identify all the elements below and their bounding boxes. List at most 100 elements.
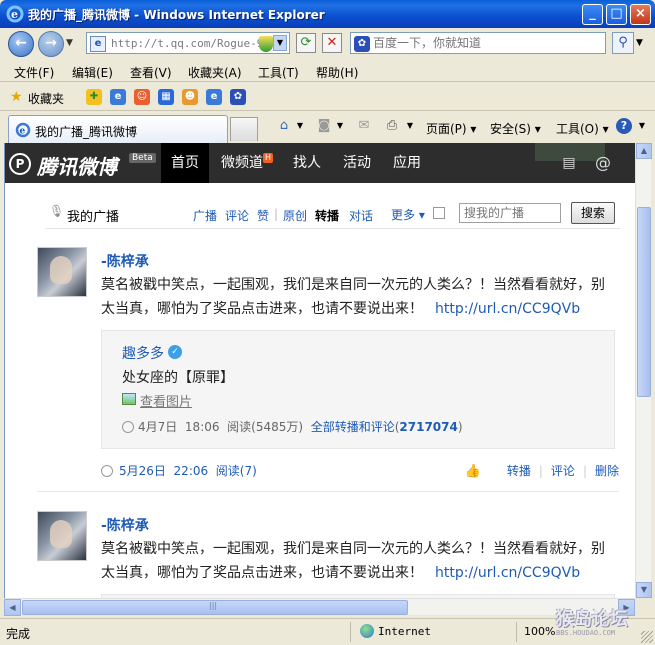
add-favorite-icon[interactable]: ✚ bbox=[86, 89, 102, 105]
address-dropdown-icon[interactable]: ▼ bbox=[273, 35, 287, 51]
avatar[interactable] bbox=[37, 247, 87, 297]
resize-grip[interactable] bbox=[641, 631, 653, 643]
favorites-label[interactable]: 收藏夹 bbox=[28, 90, 64, 107]
post-author[interactable]: -陈梓承 bbox=[101, 515, 149, 535]
back-button[interactable]: ← bbox=[8, 31, 34, 57]
comment-button[interactable]: 评论 bbox=[551, 464, 575, 478]
broadcast-search-button[interactable]: 搜索 bbox=[571, 202, 615, 224]
post-reads[interactable]: 阅读(7) bbox=[216, 464, 257, 478]
help-icon[interactable]: ? bbox=[616, 118, 632, 134]
broadcast-filter-bar: 🎙 我的广播 广播 评论 赞 | 原创 转播 对话 更多 ▾ 搜索 bbox=[45, 199, 620, 229]
search-box[interactable]: ✿ bbox=[350, 32, 606, 54]
search-input[interactable] bbox=[373, 35, 601, 51]
post-link[interactable]: http://url.cn/CC9QVb bbox=[435, 301, 580, 317]
post-date[interactable]: 5月26日 bbox=[119, 464, 166, 478]
filter-dialogue[interactable]: 对话 bbox=[349, 207, 373, 224]
filter-reposts[interactable]: 转播 bbox=[315, 207, 339, 224]
nav-home[interactable]: 首页 bbox=[161, 143, 209, 183]
vertical-scrollbar[interactable]: ▲ ▼ bbox=[635, 143, 652, 598]
mail-icon[interactable]: ✉ bbox=[356, 118, 372, 134]
ie-link-icon[interactable]: e bbox=[110, 89, 126, 105]
qq-link-icon[interactable]: ☺ bbox=[134, 89, 150, 105]
home-dropdown-icon[interactable]: ▼ bbox=[292, 118, 308, 134]
repost-text: 处女座的【原罪】 bbox=[122, 370, 234, 386]
filter-likes[interactable]: 赞 bbox=[257, 207, 269, 224]
repost-author[interactable]: 趣多多 bbox=[122, 343, 164, 363]
address-bar[interactable]: e http://t.qq.com/Rogue-98 ▼ bbox=[86, 32, 290, 54]
repost-button[interactable]: 转播 bbox=[507, 464, 531, 478]
new-tab-button[interactable] bbox=[230, 117, 258, 141]
filter-separator: | bbox=[274, 207, 279, 221]
filter-more-label: 更多 bbox=[391, 208, 416, 222]
view-image-link[interactable]: 查看图片 bbox=[140, 391, 192, 410]
horizontal-scroll-thumb[interactable] bbox=[22, 600, 408, 615]
print-icon[interactable]: ⎙ bbox=[384, 118, 400, 134]
maximize-button[interactable]: □ bbox=[606, 4, 627, 25]
menu-file[interactable]: 文件(F) bbox=[14, 64, 54, 81]
security-zone[interactable]: Internet bbox=[378, 625, 431, 638]
nav-find-people[interactable]: 找人 bbox=[285, 143, 329, 183]
favorites-star-icon[interactable]: ★ bbox=[10, 89, 23, 105]
menu-favorites[interactable]: 收藏夹(A) bbox=[188, 64, 242, 81]
search-go-button[interactable]: ⚲ bbox=[612, 32, 634, 54]
nav-apps[interactable]: 应用 bbox=[385, 143, 429, 183]
close-button[interactable]: × bbox=[630, 4, 651, 25]
print-dropdown-icon[interactable]: ▼ bbox=[402, 118, 418, 134]
filter-original[interactable]: 原创 bbox=[283, 207, 307, 224]
scroll-up-button[interactable]: ▲ bbox=[636, 143, 652, 159]
monkey-link-icon[interactable]: ☻ bbox=[182, 89, 198, 105]
image-icon bbox=[122, 393, 136, 405]
search-options-dropdown-icon[interactable]: ▼ bbox=[636, 38, 643, 48]
feeds-dropdown-icon[interactable]: ▼ bbox=[332, 118, 348, 134]
menu-help[interactable]: 帮助(H) bbox=[316, 64, 358, 81]
mention-icon[interactable]: @ bbox=[595, 155, 611, 171]
back-arrow-icon: ← bbox=[15, 35, 27, 51]
history-dropdown-icon[interactable]: ▼ bbox=[66, 38, 73, 48]
scroll-left-button[interactable]: ◀ bbox=[4, 599, 21, 616]
avatar[interactable] bbox=[37, 511, 87, 561]
tools-menu[interactable]: 工具(O) ▾ bbox=[556, 120, 609, 137]
vertical-scroll-thumb[interactable] bbox=[637, 207, 651, 397]
stop-button[interactable]: ✕ bbox=[322, 33, 342, 53]
menu-view[interactable]: 查看(V) bbox=[130, 64, 172, 81]
calendar-icon[interactable] bbox=[433, 207, 445, 219]
delete-button[interactable]: 删除 bbox=[595, 464, 619, 478]
window-title: 我的广播_腾讯微博 - Windows Internet Explorer bbox=[28, 8, 325, 22]
horizontal-scrollbar[interactable]: ◀ ▶ bbox=[4, 598, 635, 616]
security-shield-icon[interactable] bbox=[259, 36, 273, 52]
filter-broadcast[interactable]: 广播 bbox=[193, 207, 217, 224]
forward-button[interactable]: → bbox=[38, 31, 64, 57]
like-icon[interactable]: 👍 bbox=[465, 464, 481, 479]
home-icon[interactable]: ⌂ bbox=[276, 118, 292, 134]
filter-comments[interactable]: 评论 bbox=[225, 207, 249, 224]
nav-activities[interactable]: 活动 bbox=[335, 143, 379, 183]
repost-date[interactable]: 4月7日 bbox=[138, 420, 177, 434]
address-url[interactable]: http://t.qq.com/Rogue-98 bbox=[111, 37, 259, 50]
broadcast-search-input[interactable] bbox=[459, 203, 561, 223]
menu-tools[interactable]: 工具(T) bbox=[258, 64, 299, 81]
help-dropdown-icon[interactable]: ▼ bbox=[634, 118, 650, 134]
feeds-icon[interactable]: ◙ bbox=[316, 118, 332, 134]
web-link-icon[interactable]: ▦ bbox=[158, 89, 174, 105]
post-link[interactable]: http://url.cn/CC9QVb bbox=[435, 565, 580, 581]
favorites-bar: ★ 收藏夹 ✚ e ☺ ▦ ☻ e ✿ bbox=[0, 83, 655, 111]
safety-menu[interactable]: 安全(S) ▾ bbox=[490, 120, 541, 137]
watermark: 猴岛论坛 bbox=[556, 609, 628, 630]
beta-badge: Beta bbox=[129, 153, 156, 163]
page-menu-label: 页面(P) bbox=[426, 122, 467, 136]
ie-link-2-icon[interactable]: e bbox=[206, 89, 222, 105]
menu-edit[interactable]: 编辑(E) bbox=[72, 64, 113, 81]
zoom-level[interactable]: 100% bbox=[524, 625, 555, 638]
scroll-down-button[interactable]: ▼ bbox=[636, 582, 652, 598]
baidu-link-icon[interactable]: ✿ bbox=[230, 89, 246, 105]
repost-count[interactable]: 2717074 bbox=[399, 420, 457, 434]
filter-more[interactable]: 更多 ▾ bbox=[391, 206, 425, 223]
minimize-button[interactable]: _ bbox=[582, 4, 603, 25]
messages-icon[interactable]: ▤ bbox=[561, 155, 577, 171]
refresh-button[interactable]: ⟳ bbox=[296, 33, 316, 53]
nav-channel[interactable]: 微频道 H bbox=[217, 143, 277, 183]
all-reposts-link[interactable]: 全部转播和评论 bbox=[311, 420, 395, 434]
post-author[interactable]: -陈梓承 bbox=[101, 251, 149, 271]
tab-weibo[interactable]: e 我的广播_腾讯微博 bbox=[8, 115, 228, 143]
page-menu[interactable]: 页面(P) ▾ bbox=[426, 120, 476, 137]
